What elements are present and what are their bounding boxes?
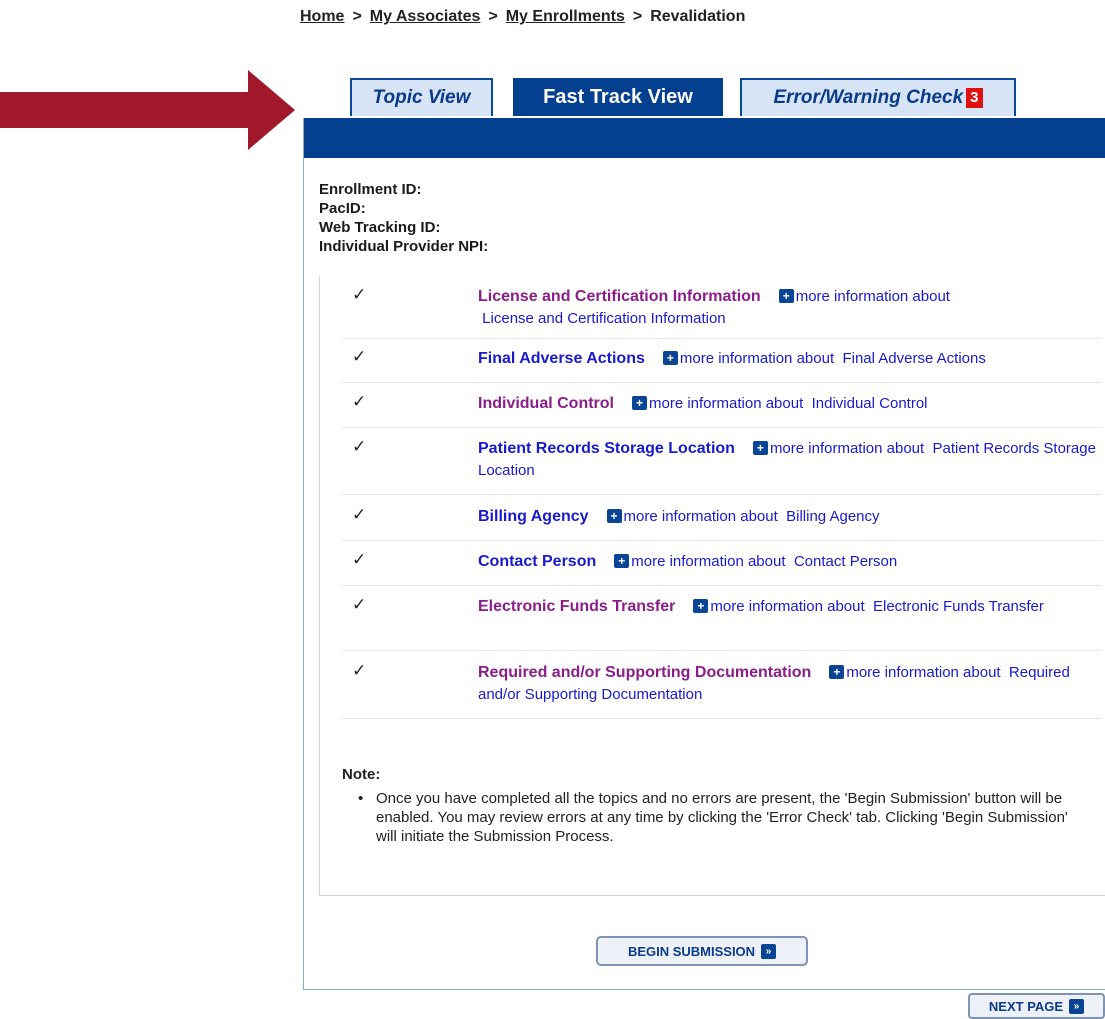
tab-error-warning-check[interactable]: Error/Warning Check 3 — [740, 78, 1016, 116]
check-icon: ✓ — [352, 437, 367, 456]
topic-link-eft[interactable]: Electronic Funds Transfer — [478, 598, 675, 615]
more-info-target: Electronic Funds Transfer — [872, 598, 1044, 615]
topic-link-documentation[interactable]: Required and/or Supporting Documentation — [478, 664, 811, 681]
more-info-prefix: more information about — [769, 440, 925, 457]
check-icon: ✓ — [352, 661, 367, 680]
note-title: Note: — [342, 766, 381, 783]
topic-row: ✓ License and Certification Information +… — [342, 285, 1102, 339]
topic-row: ✓ Billing Agency + more information about … — [342, 505, 1102, 541]
note-text: Once you have completed all the topics a… — [358, 789, 1082, 846]
check-icon: ✓ — [352, 347, 367, 366]
topic-link-final-adverse-actions[interactable]: Final Adverse Actions — [478, 350, 645, 367]
topic-row: ✓ Final Adverse Actions + more information… — [342, 347, 1102, 383]
topic-link-billing-agency[interactable]: Billing Agency — [478, 508, 589, 525]
expand-plus-icon[interactable]: + — [662, 351, 678, 365]
topic-row: ✓ Patient Records Storage Location + more … — [342, 437, 1102, 495]
expand-plus-icon[interactable]: + — [614, 554, 630, 568]
expand-plus-icon[interactable]: + — [606, 509, 622, 523]
begin-submission-button[interactable]: BEGIN SUBMISSION » — [596, 936, 808, 966]
breadcrumb: Home > My Associates > My Enrollments > Revali… — [300, 8, 745, 26]
breadcrumb-separator: > — [632, 8, 643, 25]
error-count-badge: 3 — [966, 88, 983, 108]
topic-row: ✓ Individual Control + more information ab… — [342, 392, 1102, 428]
breadcrumb-home-link[interactable]: Home — [300, 8, 344, 25]
view-tabs: Topic View Fast Track View Error/Warning… — [303, 78, 1105, 118]
expand-plus-icon[interactable]: + — [752, 441, 768, 455]
double-chevron-right-icon: » — [1069, 998, 1085, 1014]
pac-id-label: PacID: — [319, 200, 366, 217]
expand-plus-icon[interactable]: + — [632, 396, 647, 410]
panel-header-bar — [304, 118, 1105, 158]
more-info-target: Final Adverse Actions — [842, 350, 986, 367]
topic-list-container: ✓ License and Certification Information +… — [319, 276, 1105, 896]
enrollment-info: Enrollment ID: PacID: Web Tracking ID: I… — [319, 180, 488, 256]
more-info-target: License and Certification Information — [482, 310, 726, 327]
check-icon: ✓ — [352, 505, 367, 524]
next-page-label: NEXT PAGE — [988, 998, 1064, 1014]
fast-track-panel: Enrollment ID: PacID: Web Tracking ID: I… — [303, 118, 1105, 990]
breadcrumb-associates-link[interactable]: My Associates — [370, 8, 481, 25]
more-info-link[interactable]: more information about Billing Agency — [624, 508, 880, 525]
check-icon: ✓ — [352, 392, 367, 411]
topic-link-individual-control[interactable]: Individual Control — [478, 395, 614, 412]
more-info-target: Contact Person — [793, 553, 898, 570]
check-icon: ✓ — [352, 285, 367, 304]
topic-link-patient-records[interactable]: Patient Records Storage Location — [478, 440, 735, 457]
tab-fast-track-view-label: Fast Track View — [543, 85, 693, 108]
more-info-link[interactable]: more information about Contact Person — [631, 553, 897, 570]
provider-npi-label: Individual Provider NPI: — [319, 238, 489, 255]
tab-fast-track-view[interactable]: Fast Track View — [513, 78, 723, 116]
begin-submission-label: BEGIN SUBMISSION — [627, 943, 756, 959]
breadcrumb-enrollments-link[interactable]: My Enrollments — [506, 8, 625, 25]
more-info-prefix: more information about — [679, 350, 835, 367]
more-info-target: Billing Agency — [786, 508, 880, 525]
check-icon: ✓ — [352, 595, 367, 614]
double-chevron-right-icon: » — [761, 943, 777, 959]
topic-row: ✓ Electronic Funds Transfer + more informa… — [342, 595, 1102, 651]
more-info-link[interactable]: more information about Final Adverse Act… — [680, 350, 986, 367]
breadcrumb-current: Revalidation — [650, 8, 746, 25]
tab-topic-view[interactable]: Topic View — [350, 78, 493, 116]
topic-row: ✓ Contact Person + more information about … — [342, 550, 1102, 586]
expand-plus-icon[interactable]: + — [829, 665, 845, 679]
breadcrumb-separator: > — [352, 8, 362, 25]
next-page-button[interactable]: NEXT PAGE » — [968, 993, 1105, 1019]
more-info-target: Individual Control — [811, 395, 928, 412]
expand-plus-icon[interactable]: + — [778, 289, 794, 303]
more-info-prefix: more information about — [631, 553, 786, 570]
more-info-prefix: more information about — [846, 664, 1001, 681]
more-info-prefix: more information about — [623, 508, 778, 525]
note-section: Note: Once you have completed all the to… — [342, 766, 1082, 846]
topic-link-contact-person[interactable]: Contact Person — [478, 553, 596, 570]
more-info-link[interactable]: more information about Electronic Funds … — [710, 598, 1044, 615]
more-info-link[interactable]: more information about Individual Contro… — [649, 395, 928, 412]
tab-topic-view-label: Topic View — [372, 87, 471, 108]
more-info-prefix: more information about — [710, 598, 865, 615]
web-tracking-id-label: Web Tracking ID: — [319, 219, 441, 236]
enrollment-id-label: Enrollment ID: — [319, 181, 422, 198]
breadcrumb-separator: > — [488, 8, 498, 25]
topic-row: ✓ Required and/or Supporting Documentati… — [342, 661, 1102, 719]
check-icon: ✓ — [352, 550, 367, 569]
tab-error-check-label: Error/Warning Check — [773, 87, 964, 108]
expand-plus-icon[interactable]: + — [693, 599, 709, 613]
annotation-arrow-icon — [0, 70, 295, 150]
more-info-prefix: more information about — [795, 288, 950, 305]
topic-link-license[interactable]: License and Certification Information — [478, 288, 761, 305]
more-info-prefix: more information about — [649, 395, 804, 412]
